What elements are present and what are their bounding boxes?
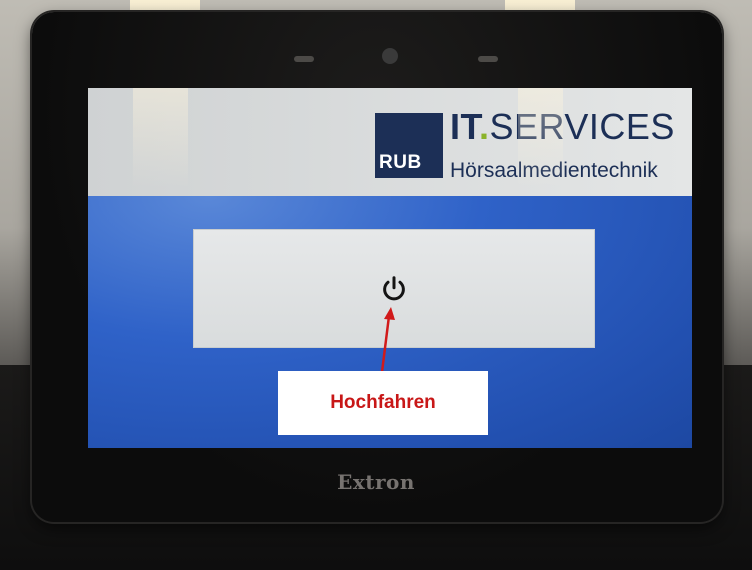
touch-screen: RUB IT.SERVICES Hörsaalmedientechnik Hoc…: [88, 88, 692, 448]
light-sensor-left: [294, 56, 314, 62]
header-subtitle: Hörsaalmedientechnik: [450, 159, 658, 182]
camera-lens: [382, 48, 398, 64]
power-on-button[interactable]: [193, 229, 595, 348]
light-sensor-right: [478, 56, 498, 62]
it-services-title: IT.SERVICES: [450, 106, 675, 147]
power-icon: [383, 275, 405, 300]
rub-logo-text: RUB: [379, 152, 422, 173]
hochfahren-label: Hochfahren: [330, 392, 436, 413]
hochfahren-callout: Hochfahren: [278, 371, 488, 435]
rub-logo: RUB: [375, 113, 443, 178]
header-banner: RUB IT.SERVICES Hörsaalmedientechnik: [88, 88, 692, 196]
extron-brand-label: Extron: [337, 470, 415, 494]
